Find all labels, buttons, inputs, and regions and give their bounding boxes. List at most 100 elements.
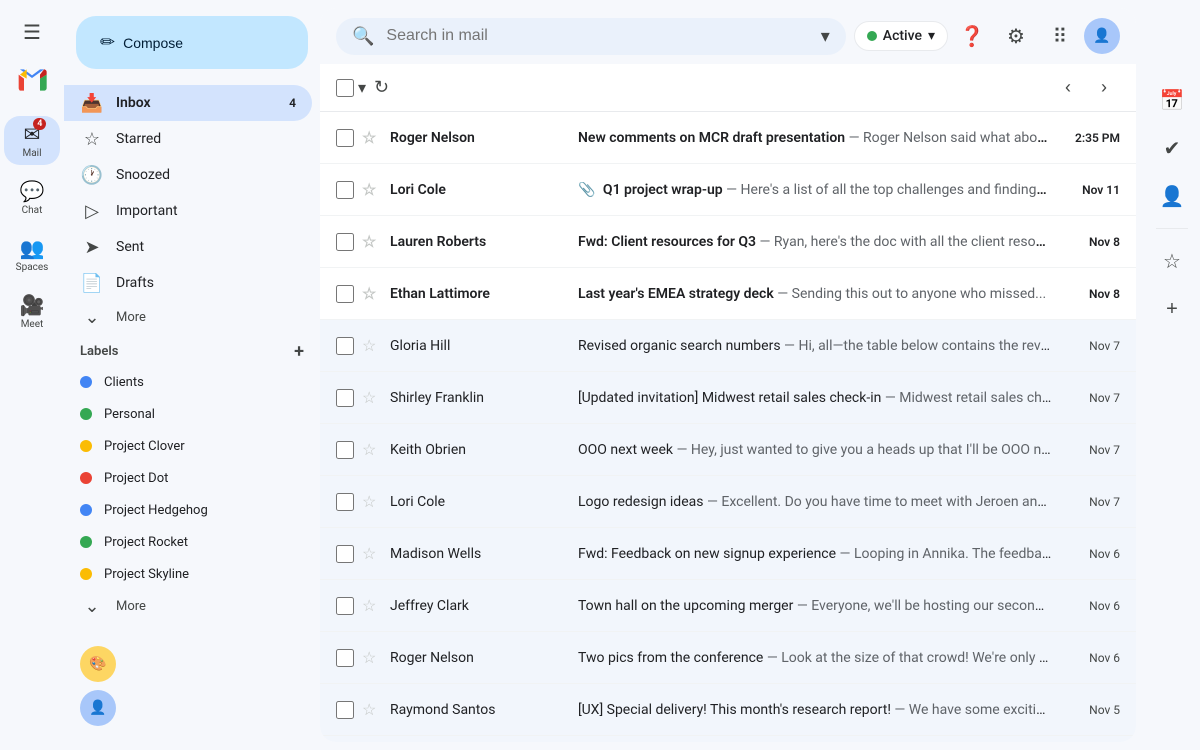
star-button-10[interactable]: ☆ <box>362 648 382 668</box>
email-preview-7: — Excellent. Do you have time to meet wi… <box>707 494 1052 510</box>
email-checkbox-6[interactable] <box>336 441 354 459</box>
nav-rail-spaces[interactable]: 👥 Spaces <box>4 230 60 279</box>
search-input[interactable] <box>386 27 808 45</box>
help-button[interactable]: ❓ <box>952 16 992 56</box>
account-avatar-2[interactable]: 👤 <box>80 690 116 726</box>
star-button-11[interactable]: ☆ <box>362 700 382 720</box>
sidebar-item-more2[interactable]: ⌄ More <box>64 590 320 622</box>
email-checkbox-10[interactable] <box>336 649 354 667</box>
sidebar-label-project-rocket[interactable]: Project Rocket <box>64 526 312 558</box>
select-dropdown-arrow[interactable]: ▾ <box>358 78 366 97</box>
email-date-5: Nov 7 <box>1060 391 1120 405</box>
calendar-button[interactable]: 📅 <box>1152 80 1192 120</box>
email-row[interactable]: ☆ Ethan Lattimore Last year's EMEA strat… <box>320 268 1136 320</box>
nav-rail: ☰ ✉ 4 Mail 💬 Chat 👥 Spaces 🎥 Meet <box>0 0 64 750</box>
email-row[interactable]: ☆ Keith Obrien OOO next week — Hey, just… <box>320 424 1136 476</box>
email-checkbox-7[interactable] <box>336 493 354 511</box>
hamburger-menu-button[interactable]: ☰ <box>12 12 52 52</box>
email-row[interactable]: ☆ Lori Cole Logo redesign ideas — Excell… <box>320 476 1136 528</box>
email-checkbox-3[interactable] <box>336 285 354 303</box>
search-bar[interactable]: 🔍 ▾ <box>336 18 846 55</box>
email-row[interactable]: ☆ Roger Nelson Two pics from the confere… <box>320 632 1136 684</box>
label-text-clients: Clients <box>104 375 144 390</box>
email-preview-8: — Looping in Annika. The feedback... <box>840 546 1052 562</box>
labels-header-text: Labels <box>80 344 118 359</box>
pagination-prev-button[interactable]: ‹ <box>1052 72 1084 104</box>
star-button-1[interactable]: ☆ <box>362 180 382 200</box>
email-preview-6: — Hey, just wanted to give you a heads u… <box>676 442 1052 458</box>
sidebar-item-important[interactable]: ▷ Important <box>64 193 312 229</box>
star-button-5[interactable]: ☆ <box>362 388 382 408</box>
nav-rail-chat[interactable]: 💬 Chat <box>4 173 60 222</box>
sidebar-label-project-hedgehog[interactable]: Project Hedgehog <box>64 494 312 526</box>
email-checkbox-5[interactable] <box>336 389 354 407</box>
email-row[interactable]: ☆ Roger Nelson New comments on MCR draft… <box>320 112 1136 164</box>
account-avatar-1[interactable]: 🎨 <box>80 646 116 682</box>
add-sidebar-button[interactable]: + <box>1152 289 1192 329</box>
star-button[interactable]: ☆ <box>1152 241 1192 281</box>
email-checkbox-11[interactable] <box>336 701 354 719</box>
label-text-project-dot: Project Dot <box>104 471 168 486</box>
email-checkbox-4[interactable] <box>336 337 354 355</box>
email-preview-11: — We have some exciting... <box>894 702 1052 718</box>
email-row[interactable]: ☆ Lauren Roberts Fwd: Client resources f… <box>320 216 1136 268</box>
bottom-avatars: 🎨 👤 <box>64 638 320 734</box>
email-subject-7: Logo redesign ideas <box>578 494 703 510</box>
star-button-8[interactable]: ☆ <box>362 544 382 564</box>
star-button-4[interactable]: ☆ <box>362 336 382 356</box>
star-button-7[interactable]: ☆ <box>362 492 382 512</box>
email-row[interactable]: ☆ Jeffrey Clark Town hall on the upcomin… <box>320 580 1136 632</box>
email-preview-2: — Ryan, here's the doc with all the clie… <box>760 234 1052 250</box>
active-dot-icon <box>867 31 877 41</box>
label-dot-project-clover <box>80 440 92 452</box>
nav-rail-meet[interactable]: 🎥 Meet <box>4 287 60 336</box>
labels-add-button[interactable]: + <box>294 341 304 362</box>
email-checkbox-0[interactable] <box>336 129 354 147</box>
refresh-button[interactable]: ↻ <box>374 77 389 98</box>
sidebar-label-project-dot[interactable]: Project Dot <box>64 462 312 494</box>
search-chevron-icon[interactable]: ▾ <box>821 26 830 47</box>
sidebar-label-personal[interactable]: Personal <box>64 398 312 430</box>
star-button-3[interactable]: ☆ <box>362 284 382 304</box>
email-checkbox-8[interactable] <box>336 545 354 563</box>
email-checkbox-2[interactable] <box>336 233 354 251</box>
email-row[interactable]: ☆ Lori Cole 📎 Q1 project wrap-up — Here'… <box>320 164 1136 216</box>
select-all-checkbox[interactable] <box>336 79 354 97</box>
contacts-button[interactable]: 👤 <box>1152 176 1192 216</box>
sidebar-item-more1[interactable]: ⌄ More <box>64 301 320 333</box>
sidebar-item-sent[interactable]: ➤ Sent <box>64 229 312 265</box>
sidebar-item-starred[interactable]: ☆ Starred <box>64 121 312 157</box>
user-avatar[interactable]: 👤 <box>1084 18 1120 54</box>
sidebar-item-drafts[interactable]: 📄 Drafts <box>64 265 312 301</box>
pagination-next-button[interactable]: › <box>1088 72 1120 104</box>
compose-button[interactable]: ✏ Compose <box>76 16 308 69</box>
snoozed-icon: 🕐 <box>80 165 104 186</box>
apps-button[interactable]: ⠿ <box>1040 16 1080 56</box>
email-checkbox-1[interactable] <box>336 181 354 199</box>
star-button-0[interactable]: ☆ <box>362 128 382 148</box>
active-status-badge[interactable]: Active ▾ <box>854 21 948 51</box>
tasks-button[interactable]: ✔ <box>1152 128 1192 168</box>
star-button-2[interactable]: ☆ <box>362 232 382 252</box>
email-row[interactable]: ☆ Raymond Santos [UX] Special delivery! … <box>320 684 1136 736</box>
label-text-project-skyline: Project Skyline <box>104 567 189 582</box>
settings-button[interactable]: ⚙ <box>996 16 1036 56</box>
email-row[interactable]: ☆ Lauren, me 2 Re: Project Skylight 1-pa… <box>320 736 1136 742</box>
email-date-10: Nov 6 <box>1060 651 1120 665</box>
email-date-4: Nov 7 <box>1060 339 1120 353</box>
sidebar-label-project-skyline[interactable]: Project Skyline <box>64 558 312 590</box>
sidebar-label-clients[interactable]: Clients <box>64 366 312 398</box>
nav-rail-mail[interactable]: ✉ 4 Mail <box>4 116 60 165</box>
sidebar-item-inbox[interactable]: 📥 Inbox 4 <box>64 85 312 121</box>
chat-icon: 💬 <box>20 179 45 203</box>
sidebar-important-label: Important <box>116 203 296 219</box>
sidebar-item-snoozed[interactable]: 🕐 Snoozed <box>64 157 312 193</box>
email-checkbox-9[interactable] <box>336 597 354 615</box>
right-sidebar-divider <box>1156 228 1188 229</box>
star-button-6[interactable]: ☆ <box>362 440 382 460</box>
star-button-9[interactable]: ☆ <box>362 596 382 616</box>
email-row[interactable]: ☆ Shirley Franklin [Updated invitation] … <box>320 372 1136 424</box>
email-row[interactable]: ☆ Madison Wells Fwd: Feedback on new sig… <box>320 528 1136 580</box>
sidebar-label-project-clover[interactable]: Project Clover <box>64 430 312 462</box>
email-row[interactable]: ☆ Gloria Hill Revised organic search num… <box>320 320 1136 372</box>
